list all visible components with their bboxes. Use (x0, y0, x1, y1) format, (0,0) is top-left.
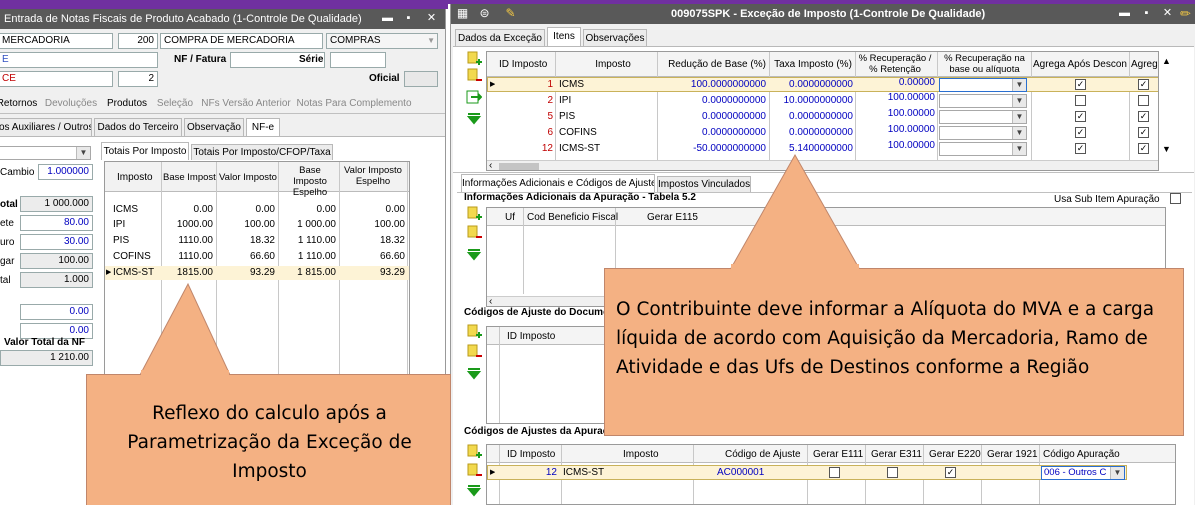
callout-arrow-right (729, 153, 861, 271)
callout-calculo-text: Reflexo do calculo após a Parametrização… (127, 403, 412, 482)
callout-contribuinte: O Contribuinte deve informar a Alíquota … (604, 268, 1184, 436)
callout-calculo: Reflexo do calculo após a Parametrização… (86, 374, 451, 505)
callout-contribuinte-text: O Contribuinte deve informar a Alíquota … (616, 299, 1155, 378)
callout-calculo-cover (141, 370, 229, 378)
callout-arrow-left (139, 282, 231, 376)
callout-contribuinte-cover (731, 264, 859, 272)
